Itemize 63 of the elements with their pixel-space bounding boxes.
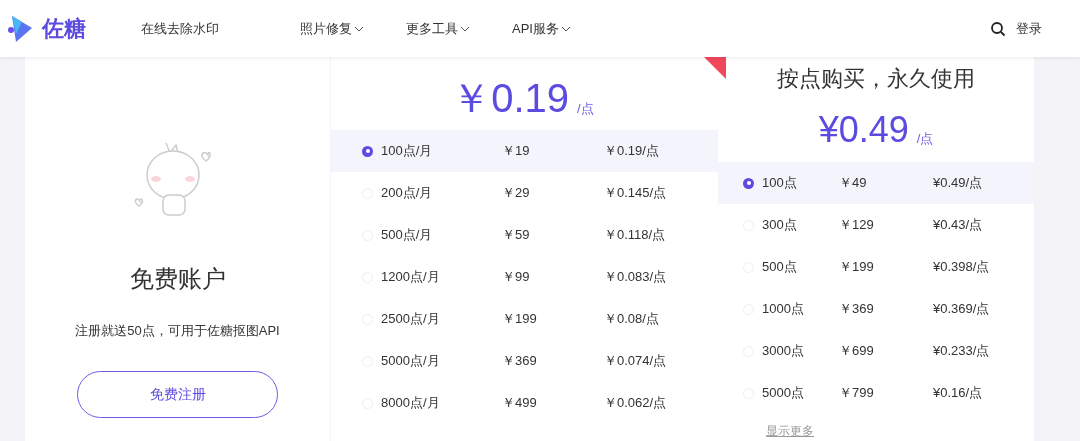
option-price: ￥369 <box>839 300 875 319</box>
option-unit-price: ￥0.145/点 <box>604 184 668 203</box>
plan-description: 注册就送50点，可用于佐糖抠图API <box>75 322 280 340</box>
option-unit-price: ¥0.49/点 <box>933 174 984 193</box>
plan-title: 按点购买，永久使用 <box>776 65 976 92</box>
option-points: 100点 <box>762 174 798 193</box>
plan-title: 免费账户 <box>129 264 226 294</box>
option-price: ￥129 <box>839 216 875 235</box>
login-link[interactable]: 登录 <box>1016 18 1042 39</box>
register-button[interactable]: 免费注册 <box>77 370 278 418</box>
option-points: 2500点/月 <box>381 310 441 329</box>
nav-link[interactable]: API服务 <box>512 18 571 39</box>
chevron-down-icon <box>354 25 364 32</box>
option-points: 500点 <box>762 258 798 277</box>
brand-name[interactable]: 佐糖 <box>42 12 86 45</box>
option-unit-price: ￥0.062/点 <box>604 394 668 413</box>
option-price: ￥19 <box>502 142 531 161</box>
option-points: 300点 <box>762 216 798 235</box>
chevron-down-icon <box>460 25 470 32</box>
option-price: ￥199 <box>839 258 875 277</box>
option-unit-price: ¥0.369/点 <box>933 300 991 319</box>
option-unit-price: ¥0.233/点 <box>933 342 991 361</box>
plan-option-row[interactable]: 100点/月 ￥19 ￥0.19/点 <box>331 130 718 172</box>
search-icon[interactable] <box>990 20 1006 37</box>
option-points: 500点/月 <box>381 226 434 245</box>
option-unit-price: ￥0.118/点 <box>604 226 667 245</box>
option-unit-price: ￥0.074/点 <box>604 352 668 371</box>
option-price: ￥499 <box>502 394 538 413</box>
option-unit-price: ¥0.16/点 <box>933 384 984 403</box>
option-points: 200点/月 <box>381 184 434 203</box>
option-unit-price: ￥0.08/点 <box>604 310 660 329</box>
option-unit-price: ￥0.19/点 <box>604 142 660 161</box>
option-points: 3000点 <box>762 342 805 361</box>
option-price: ￥199 <box>502 310 538 329</box>
option-price: ￥59 <box>502 226 531 245</box>
price-unit: /点 <box>577 99 594 118</box>
nav-link[interactable]: 在线去除水印 <box>141 18 219 39</box>
nav-link[interactable]: 更多工具 <box>406 18 470 39</box>
price-unit: /点 <box>916 129 934 148</box>
nav-link[interactable]: 照片修复 <box>300 18 364 39</box>
radio-button[interactable] <box>743 177 754 189</box>
option-price: ￥29 <box>502 184 531 203</box>
logo-icon[interactable] <box>8 13 34 44</box>
option-price: ￥799 <box>839 384 875 403</box>
option-price: ￥369 <box>502 352 538 371</box>
option-points: 1200点/月 <box>381 268 441 287</box>
chevron-down-icon <box>560 25 571 32</box>
option-points: 5000点 <box>762 384 805 403</box>
option-points: 1000点 <box>762 300 805 319</box>
option-points: 8000点/月 <box>381 394 441 413</box>
option-unit-price: ￥0.083/点 <box>604 268 668 287</box>
option-unit-price: ¥0.398/点 <box>933 258 991 277</box>
plan-price: ¥0.49 <box>818 112 909 148</box>
plan-option-row[interactable]: 100点 ￥49 ¥0.49/点 <box>718 162 1034 204</box>
plan-price: ￥0.19 <box>451 78 570 118</box>
radio-button[interactable] <box>362 145 373 157</box>
option-price: ￥699 <box>839 342 875 361</box>
option-points: 100点/月 <box>381 142 434 161</box>
option-price: ￥49 <box>839 174 868 193</box>
option-price: ￥99 <box>502 268 531 287</box>
option-points: 5000点/月 <box>381 352 441 371</box>
option-unit-price: ¥0.43/点 <box>933 216 984 235</box>
corner-ribbon <box>704 57 726 79</box>
